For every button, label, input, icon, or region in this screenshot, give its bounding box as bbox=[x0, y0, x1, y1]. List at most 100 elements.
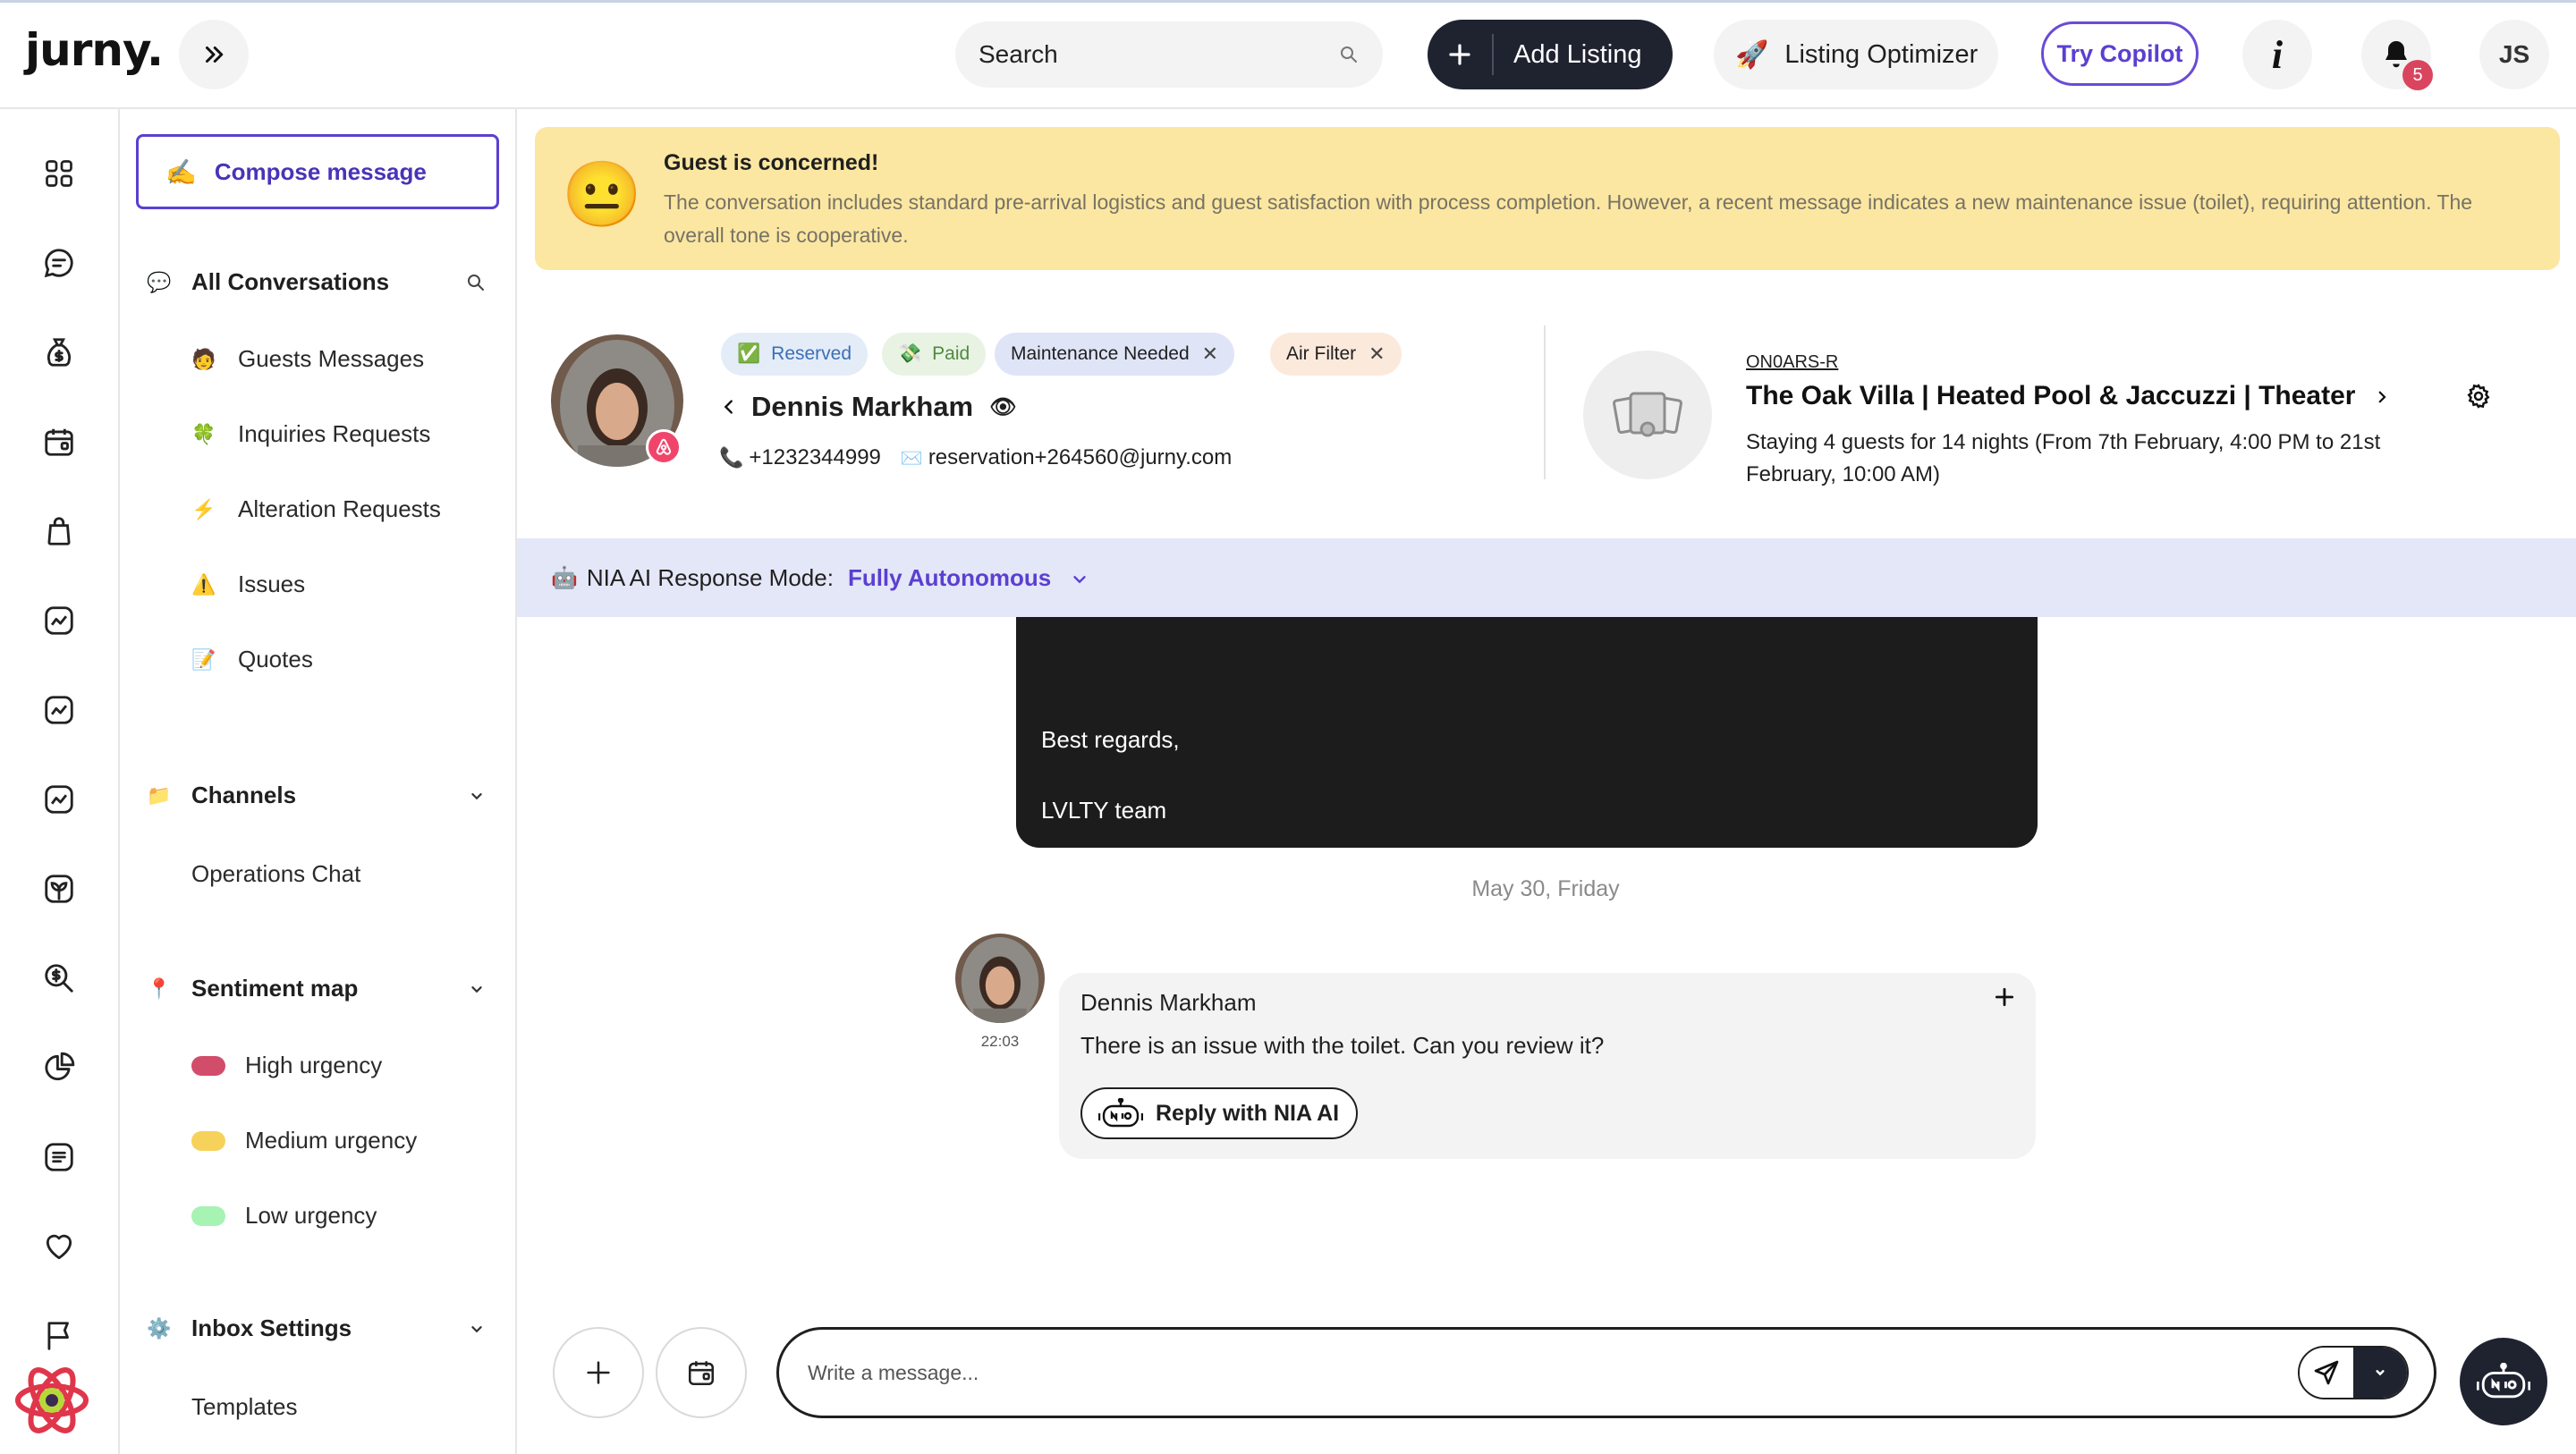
schedule-message-button[interactable] bbox=[656, 1327, 747, 1418]
dollar-search-icon[interactable] bbox=[39, 959, 79, 998]
nav-item-label: Alteration Requests bbox=[238, 495, 441, 522]
calendar-icon bbox=[688, 1361, 715, 1386]
all-conversations-label: All Conversations bbox=[191, 268, 390, 295]
check-icon: ✅ bbox=[737, 343, 761, 364]
all-conversations-header[interactable]: 💬 All Conversations bbox=[147, 268, 487, 296]
search-icon[interactable] bbox=[465, 272, 487, 293]
guest-email[interactable]: reservation+264560@jurny.com bbox=[928, 445, 1232, 470]
pie-chart-icon[interactable] bbox=[39, 1048, 79, 1087]
brain-assistant-icon[interactable] bbox=[14, 1363, 89, 1438]
property-thumbnail[interactable] bbox=[1583, 351, 1712, 479]
guest-name-row: Dennis Markham 👁 bbox=[719, 391, 1017, 423]
dashboard-icon[interactable] bbox=[39, 154, 79, 193]
nav-item-issues[interactable]: ⚠️ Issues bbox=[191, 571, 305, 598]
performance-icon[interactable] bbox=[39, 780, 79, 819]
clover-icon: 🍀 bbox=[191, 422, 216, 445]
listing-optimizer-button[interactable]: 🚀 Listing Optimizer bbox=[1714, 20, 1998, 89]
plus-icon[interactable] bbox=[1993, 985, 2016, 1009]
divider bbox=[1544, 325, 1546, 479]
ai-response-mode-bar: 🤖 NIA AI Response Mode: Fully Autonomous bbox=[517, 538, 2576, 617]
phone-icon: 📞 bbox=[719, 446, 744, 469]
list-icon[interactable] bbox=[39, 1137, 79, 1177]
shopping-bag-icon[interactable] bbox=[39, 511, 79, 551]
gear-icon[interactable] bbox=[2465, 383, 2492, 410]
sentiment-label: High urgency bbox=[245, 1052, 383, 1078]
nav-item-label: Inquiries Requests bbox=[238, 420, 431, 447]
message-sender: Dennis Markham bbox=[1080, 989, 1257, 1016]
eye-icon[interactable]: 👁 bbox=[989, 394, 1016, 420]
send-options-button[interactable] bbox=[2353, 1348, 2407, 1398]
mode-dropdown[interactable]: Fully Autonomous bbox=[848, 564, 1089, 592]
gear-icon: ⚙️ bbox=[147, 1316, 172, 1340]
chevron-down-icon bbox=[2376, 1370, 2385, 1376]
message-input[interactable] bbox=[808, 1360, 2434, 1385]
send-button[interactable] bbox=[2300, 1348, 2353, 1398]
compose-message-label: Compose message bbox=[214, 157, 427, 185]
message-time: 22:03 bbox=[980, 1033, 1020, 1050]
try-copilot-button[interactable]: Try Copilot bbox=[2041, 21, 2199, 86]
inbox-settings-header[interactable]: ⚙️ Inbox Settings bbox=[147, 1315, 487, 1342]
nav-item-inquiries-requests[interactable]: 🍀 Inquiries Requests bbox=[191, 420, 430, 448]
tag-air-filter: Air Filter ✕ bbox=[1270, 333, 1402, 376]
plant-icon[interactable] bbox=[39, 869, 79, 909]
guest-avatar[interactable] bbox=[955, 934, 1045, 1023]
airbnb-icon bbox=[646, 429, 682, 465]
nia-assistant-button[interactable] bbox=[2460, 1338, 2547, 1425]
money-bag-icon[interactable] bbox=[39, 333, 79, 372]
nav-item-templates[interactable]: Templates bbox=[191, 1393, 298, 1421]
add-attachment-button[interactable] bbox=[553, 1327, 644, 1418]
nav-item-quotes[interactable]: 📝 Quotes bbox=[191, 646, 313, 673]
chat-icon[interactable] bbox=[39, 243, 79, 283]
message-composer[interactable] bbox=[776, 1327, 2436, 1418]
nav-item-guests-messages[interactable]: 🧑 Guests Messages bbox=[191, 345, 424, 373]
expand-sidebar-button[interactable] bbox=[179, 20, 249, 89]
sentiment-medium-urgency[interactable]: Medium urgency bbox=[191, 1127, 417, 1154]
heart-icon[interactable] bbox=[39, 1227, 79, 1266]
compose-message-button[interactable]: ✍️ Compose message bbox=[136, 134, 499, 209]
high-urgency-swatch bbox=[191, 1055, 225, 1076]
listing-optimizer-label: Listing Optimizer bbox=[1784, 39, 1979, 69]
alert-body: The conversation includes standard pre-a… bbox=[664, 190, 2473, 247]
chevron-down-icon[interactable] bbox=[467, 979, 487, 999]
chevron-right-icon bbox=[2374, 389, 2390, 405]
add-listing-label: Add Listing bbox=[1513, 39, 1642, 69]
flag-icon[interactable] bbox=[39, 1316, 79, 1356]
pin-icon: 📍 bbox=[147, 976, 172, 1000]
notification-count-badge: 5 bbox=[2402, 60, 2433, 90]
sentiment-low-urgency[interactable]: Low urgency bbox=[191, 1202, 377, 1230]
host-message-bubble: Best regards, LVLTY team bbox=[1016, 617, 2038, 848]
info-button[interactable]: i bbox=[2242, 20, 2312, 89]
robot-icon: 🤖 bbox=[551, 565, 578, 590]
property-code[interactable]: ON0ARS-R bbox=[1746, 352, 1838, 373]
back-chevron-icon[interactable] bbox=[719, 397, 739, 417]
channels-header[interactable]: 📁 Channels bbox=[147, 782, 487, 809]
neutral-face-icon: 😐 bbox=[562, 159, 642, 231]
property-name-link[interactable]: The Oak Villa | Heated Pool & Jaccuzzi |… bbox=[1746, 381, 2390, 411]
rocket-icon: 🚀 bbox=[1735, 39, 1769, 70]
reports-icon[interactable] bbox=[39, 690, 79, 730]
send-button-group bbox=[2298, 1346, 2409, 1399]
add-listing-button[interactable]: Add Listing bbox=[1428, 20, 1673, 89]
sentiment-high-urgency[interactable]: High urgency bbox=[191, 1052, 382, 1079]
nav-item-label: Quotes bbox=[238, 646, 313, 672]
channels-label: Channels bbox=[191, 782, 297, 808]
alert-title: Guest is concerned! bbox=[664, 150, 879, 175]
chevron-down-icon[interactable] bbox=[467, 786, 487, 806]
channel-operations-chat[interactable]: Operations Chat bbox=[191, 860, 360, 888]
reply-with-nia-ai-button[interactable]: Reply with NIA AI bbox=[1080, 1087, 1358, 1139]
search-bar[interactable] bbox=[955, 21, 1383, 88]
gallery-icon bbox=[1613, 392, 1682, 437]
guest-contact-row: 📞 +1232344999 ✉️ reservation+264560@jurn… bbox=[719, 445, 1232, 470]
sentiment-map-header[interactable]: 📍 Sentiment map bbox=[147, 975, 487, 1002]
jurny-logo[interactable]: jurny. bbox=[25, 24, 164, 76]
chevron-down-icon[interactable] bbox=[467, 1319, 487, 1339]
remove-tag-icon[interactable]: ✕ bbox=[1368, 342, 1385, 366]
remove-tag-icon[interactable]: ✕ bbox=[1202, 342, 1218, 366]
nia-robot-icon bbox=[2477, 1363, 2530, 1399]
guest-phone[interactable]: +1232344999 bbox=[749, 445, 881, 470]
nav-item-alteration-requests[interactable]: ⚡ Alteration Requests bbox=[191, 495, 441, 523]
calendar-icon[interactable] bbox=[39, 422, 79, 461]
user-avatar-button[interactable]: JS bbox=[2479, 20, 2549, 89]
analytics-icon[interactable] bbox=[39, 601, 79, 640]
search-input[interactable] bbox=[979, 40, 1338, 69]
